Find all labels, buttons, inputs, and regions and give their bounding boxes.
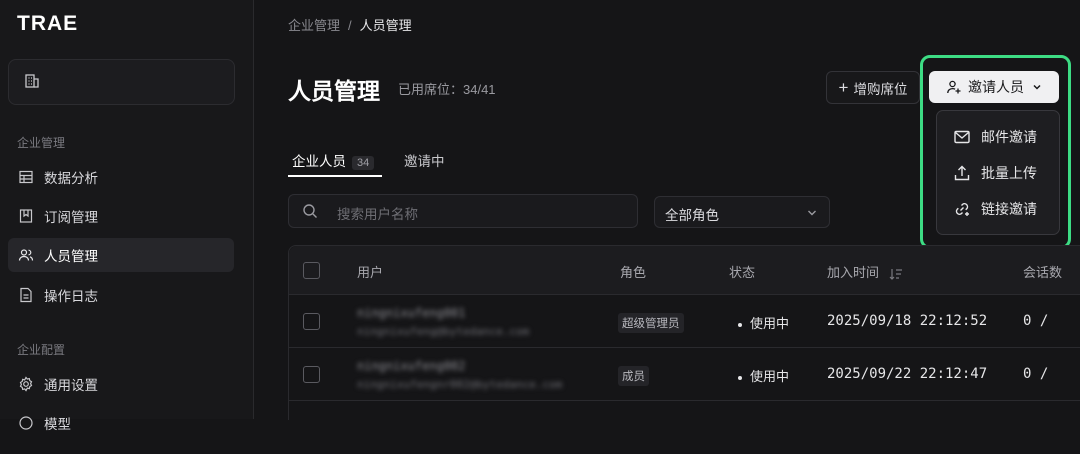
row-checkbox[interactable] [303, 366, 320, 383]
role-filter-value: 全部角色 [665, 208, 719, 223]
table-grid-icon [19, 170, 33, 184]
tab-label: 企业人员 [292, 154, 346, 169]
invite-dropdown-menu: 邮件邀请 批量上传 链接邀请 [936, 110, 1060, 235]
users-icon [18, 249, 34, 261]
page-title: 人员管理 [288, 78, 380, 104]
sidebar-item-label: 数据分析 [44, 171, 98, 186]
document-icon [20, 287, 32, 303]
table-row-partial[interactable] [289, 400, 1080, 454]
status-cell: 使用中 [738, 313, 789, 332]
sidebar-item-models[interactable]: 模型 [8, 406, 234, 440]
building-icon [23, 72, 41, 90]
table-row[interactable]: ningnixufeng002 ningnixufengnr002@byteda… [289, 347, 1080, 401]
search-placeholder: 搜索用户名称 [337, 207, 418, 222]
session-count: 0 / [1023, 366, 1049, 382]
row-checkbox[interactable] [303, 313, 320, 330]
plus-icon: + [838, 78, 849, 97]
menu-item-label: 批量上传 [981, 165, 1037, 181]
table-row[interactable]: ningnixufeng001 ningnixufeng@bytedance.c… [289, 294, 1080, 348]
breadcrumb-parent[interactable]: 企业管理 [288, 18, 340, 33]
gear-icon [19, 376, 33, 392]
session-count: 0 / [1023, 313, 1049, 329]
column-joined-label: 加入时间 [827, 265, 880, 280]
column-role: 角色 [620, 265, 647, 280]
column-status: 状态 [729, 265, 756, 280]
invite-label: 邀请人员 [968, 79, 1024, 95]
sidebar-item-label: 模型 [44, 417, 71, 432]
breadcrumb-current: 人员管理 [359, 18, 412, 33]
sidebar-item-label: 人员管理 [44, 249, 98, 264]
upload-icon [954, 165, 970, 181]
trae-logo: TRAE [17, 12, 79, 35]
role-filter-select[interactable]: 全部角色 [654, 196, 830, 228]
sidebar: TRAE 企业管理 数据分析 订阅管理 人员管理 操作日志 企业配置 通用设置 … [0, 0, 254, 432]
search-icon [303, 204, 317, 218]
link-add-icon [955, 203, 969, 216]
bookmark-icon [19, 209, 33, 223]
column-sessions: 会话数 [1023, 265, 1063, 280]
column-joined[interactable]: 加入时间 [827, 262, 903, 281]
sidebar-item-people[interactable]: 人员管理 [8, 238, 234, 272]
user-name: ningnixufeng002 [357, 359, 466, 373]
menu-item-email-invite[interactable]: 邮件邀请 [937, 120, 1059, 154]
menu-item-link-invite[interactable]: 链接邀请 [937, 192, 1059, 226]
mail-icon [954, 130, 970, 144]
user-email: ningnixufengnr002@bytedance.com [357, 378, 563, 391]
buy-seats-button[interactable]: + 增购席位 [826, 71, 920, 104]
sidebar-item-general-settings[interactable]: 通用设置 [8, 367, 234, 401]
search-input[interactable]: 搜索用户名称 [288, 194, 638, 228]
section-enterprise-admin: 企业管理 [17, 136, 66, 150]
members-table: 用户 角色 状态 加入时间 会话数 ningnixufeng001 ningni… [288, 245, 1080, 420]
user-add-icon [947, 80, 961, 94]
select-all-checkbox[interactable] [303, 262, 320, 279]
status-dot [738, 322, 742, 327]
tab-pending-invites[interactable]: 邀请中 [404, 150, 445, 170]
user-email: ningnixufeng@bytedance.com [357, 325, 530, 338]
menu-item-bulk-upload[interactable]: 批量上传 [937, 156, 1059, 190]
chevron-down-icon [1033, 84, 1041, 90]
breadcrumb: 企业管理 / 人员管理 [288, 15, 412, 34]
status-text: 使用中 [750, 316, 790, 331]
column-user: 用户 [357, 265, 384, 280]
menu-item-label: 邮件邀请 [981, 129, 1037, 145]
tab-count-badge: 34 [352, 156, 375, 170]
role-badge: 超级管理员 [618, 313, 684, 333]
tab-active-indicator [288, 175, 382, 177]
table-header: 用户 角色 状态 加入时间 会话数 [289, 246, 1080, 294]
buy-seats-label: 增购席位 [853, 81, 908, 97]
invite-button[interactable]: 邀请人员 [929, 71, 1059, 103]
status-text: 使用中 [750, 369, 790, 384]
sidebar-item-label: 订阅管理 [44, 210, 98, 225]
joined-time: 2025/09/18 22:12:52 [827, 313, 988, 329]
sidebar-item-data-analysis[interactable]: 数据分析 [8, 160, 234, 194]
tab-members[interactable]: 企业人员 34 [292, 150, 375, 170]
section-enterprise-config: 企业配置 [17, 343, 66, 357]
breadcrumb-separator: / [348, 18, 352, 33]
sort-icon [889, 268, 902, 280]
user-name: ningnixufeng001 [357, 306, 466, 320]
menu-item-label: 链接邀请 [981, 201, 1037, 217]
role-badge: 成员 [618, 366, 649, 386]
seats-usage: 已用席位：34/41 [398, 82, 496, 97]
sidebar-item-logs[interactable]: 操作日志 [8, 278, 234, 312]
sidebar-item-subscription[interactable]: 订阅管理 [8, 199, 234, 233]
sidebar-item-label: 操作日志 [44, 289, 98, 304]
sidebar-item-label: 通用设置 [44, 378, 98, 393]
chevron-down-icon [808, 210, 816, 216]
joined-time: 2025/09/22 22:12:47 [827, 366, 988, 382]
status-cell: 使用中 [738, 366, 789, 385]
model-icon [19, 416, 33, 430]
status-dot [738, 375, 742, 380]
organization-switcher[interactable] [8, 59, 235, 105]
